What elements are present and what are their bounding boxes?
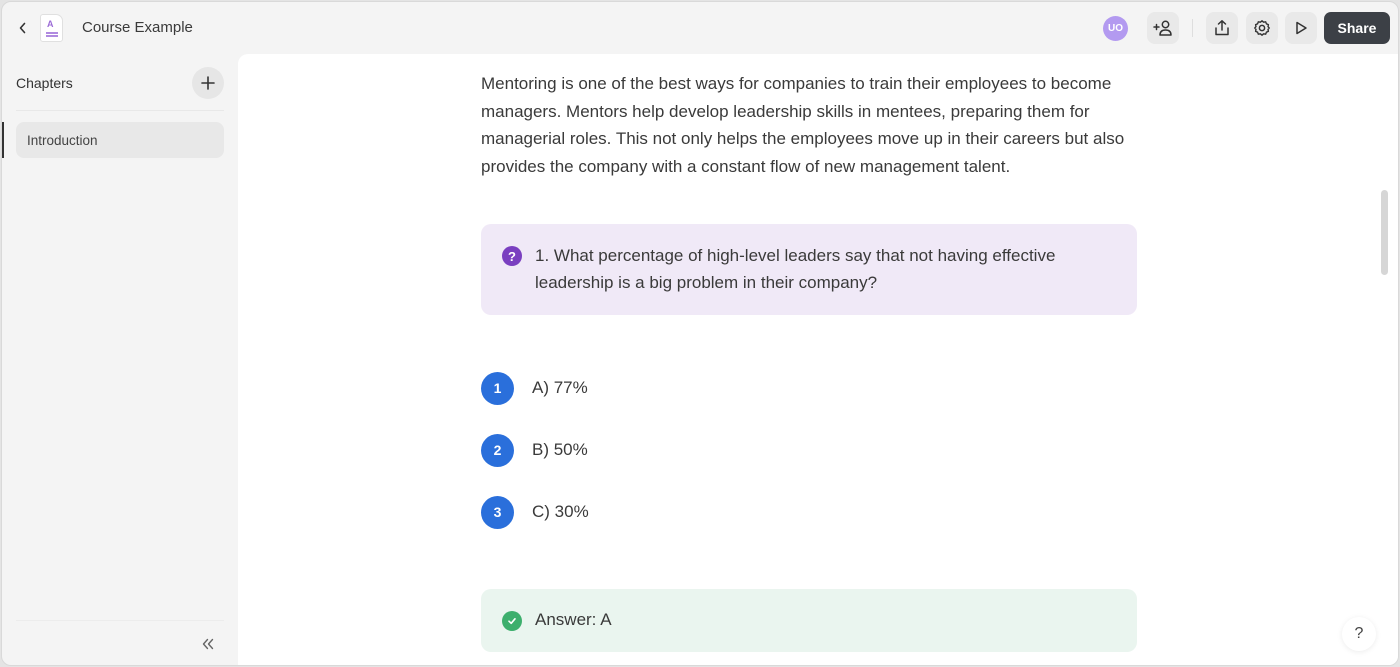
option-number-badge: 1 [481, 371, 514, 405]
export-button[interactable] [1206, 12, 1238, 44]
question-icon: ? [502, 246, 522, 266]
app-window: A Course Example UO Share Chapters Intro… [1, 1, 1399, 666]
sidebar-divider [16, 110, 224, 111]
settings-button[interactable] [1246, 12, 1278, 44]
collapse-sidebar-button[interactable] [198, 634, 218, 654]
active-chapter-marker [2, 122, 4, 158]
answer-callout: Answer: A [481, 589, 1137, 652]
back-button[interactable] [14, 18, 30, 38]
sidebar-item-introduction[interactable]: Introduction [16, 122, 224, 158]
top-bar: A Course Example UO Share [2, 2, 1398, 54]
document-title: Course Example [82, 19, 193, 36]
plus-icon [201, 76, 215, 90]
option-number-badge: 3 [481, 495, 514, 529]
lesson-paragraph: Mentoring is one of the best ways for co… [481, 74, 1125, 176]
main-content: Mentoring is one of the best ways for co… [238, 54, 1398, 665]
document-icon: A [40, 14, 63, 42]
toolbar-divider [1192, 19, 1193, 37]
play-icon [1296, 21, 1307, 35]
vertical-scrollbar[interactable] [1381, 190, 1388, 275]
chevron-left-icon [19, 22, 25, 34]
answer-text: Answer: A [535, 610, 612, 629]
preview-button[interactable] [1285, 12, 1317, 44]
sidebar-item-label: Introduction [27, 132, 98, 148]
option-label: B) 50% [532, 440, 588, 459]
double-chevron-left-icon [202, 638, 214, 650]
add-chapter-button[interactable] [192, 67, 224, 99]
help-button[interactable]: ? [1342, 617, 1376, 651]
question-text: 1. What percentage of high-level leaders… [535, 246, 1056, 292]
avatar[interactable]: UO [1103, 16, 1128, 41]
chapters-sidebar: Chapters Introduction [2, 54, 238, 665]
option-number-badge: 2 [481, 433, 514, 467]
option-label: A) 77% [532, 378, 588, 397]
add-user-icon [1153, 20, 1172, 36]
gear-icon [1254, 20, 1270, 36]
answer-option-b[interactable]: 2 B) 50% [481, 433, 588, 467]
answer-option-a[interactable]: 1 A) 77% [481, 371, 588, 405]
option-label: C) 30% [532, 502, 589, 521]
chapters-heading: Chapters [16, 75, 73, 91]
share-button[interactable]: Share [1324, 12, 1390, 44]
question-callout: ? 1. What percentage of high-level leade… [481, 224, 1137, 315]
check-circle-icon [502, 611, 522, 631]
export-icon [1215, 20, 1229, 36]
sidebar-bottom-divider [16, 620, 224, 621]
answer-option-c[interactable]: 3 C) 30% [481, 495, 589, 529]
add-collaborator-button[interactable] [1147, 12, 1179, 44]
